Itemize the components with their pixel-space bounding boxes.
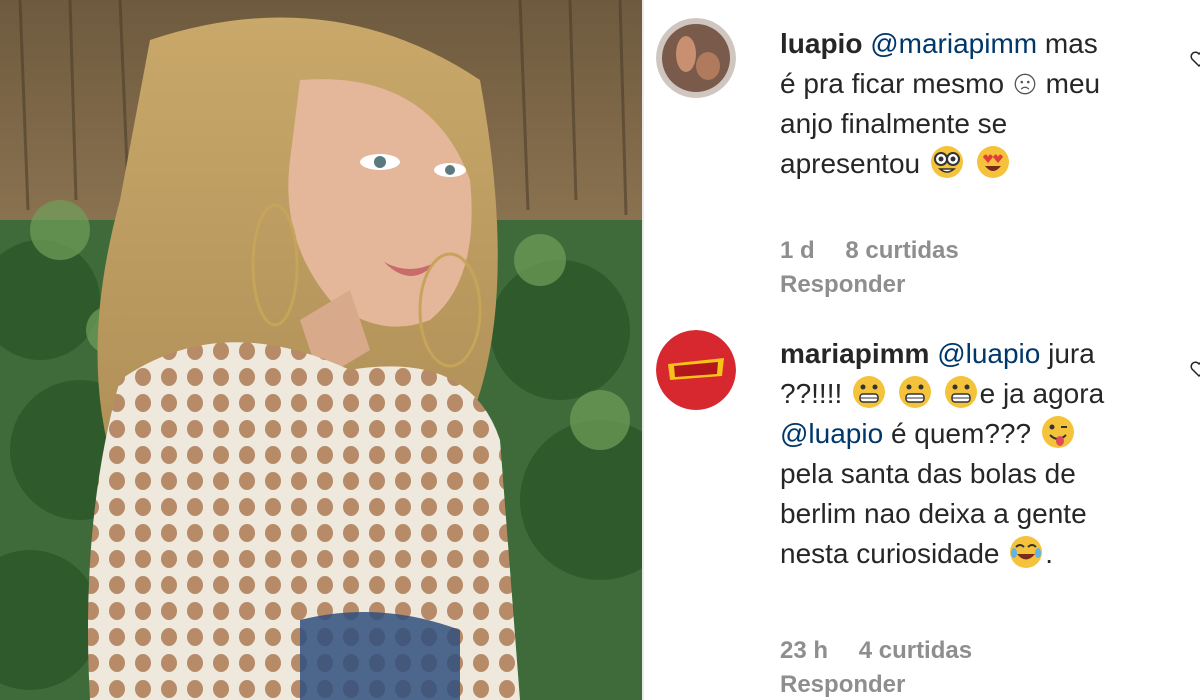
nerd-face-icon	[930, 146, 963, 178]
photo-illustration	[0, 0, 642, 700]
comment-text-part: pela santa das bolas de	[780, 458, 1076, 489]
comment-text-part: jura	[1048, 338, 1095, 369]
avatar-photo-icon	[656, 18, 736, 98]
post-photo	[0, 0, 642, 700]
avatar[interactable]	[656, 18, 736, 98]
comment-text-part: apresentou	[780, 148, 921, 179]
comment-time: 23 h	[780, 637, 829, 664]
worried-face-icon	[1014, 73, 1036, 95]
winking-tongue-face-icon	[1041, 416, 1074, 448]
comment-text-part: anjo finalmente se	[780, 108, 1008, 139]
reply-button[interactable]: Responder	[780, 668, 905, 700]
comment-text-part: nesta curiosidade	[780, 538, 1000, 569]
comment-meta: 1 d 8 curtidas	[780, 234, 983, 268]
comment-text-part: mas	[1044, 28, 1098, 59]
comment-item: mariapimm @luapio jura ??!!!! e ja agora…	[644, 320, 1200, 700]
comment-time: 1 d	[780, 237, 815, 264]
comment-text-part: .	[1045, 538, 1054, 569]
screenshot: luapio @mariapimm mas é pra ficar mesmo …	[0, 0, 1200, 700]
grimacing-face-icon	[898, 376, 931, 408]
tears-of-joy-face-icon	[1010, 536, 1043, 568]
grimacing-face-icon	[853, 376, 886, 408]
comment-text-part: berlim nao deixa a gente	[780, 498, 1087, 529]
comment-mention[interactable]: @luapio	[937, 338, 1040, 369]
reply-button[interactable]: Responder	[780, 268, 905, 302]
comment-username[interactable]: mariapimm	[780, 338, 929, 369]
avatar-logo-icon	[656, 330, 736, 410]
comment-text-part: e ja agora	[979, 378, 1105, 409]
comment-item: luapio @mariapimm mas é pra ficar mesmo …	[644, 0, 1200, 320]
comment-text-part: é quem???	[890, 418, 1032, 449]
comment-text-part: ??!!!!	[780, 378, 843, 409]
comment-username[interactable]: luapio	[780, 28, 862, 59]
comment-text-part: é pra ficar mesmo	[780, 68, 1005, 99]
comment-text: luapio @mariapimm mas é pra ficar mesmo …	[780, 24, 1180, 184]
comment-text: mariapimm @luapio jura ??!!!! e ja agora…	[780, 334, 1180, 574]
comment-likes[interactable]: 4 curtidas	[859, 637, 972, 664]
comment-likes[interactable]: 8 curtidas	[845, 237, 958, 264]
avatar[interactable]	[656, 330, 736, 410]
grimacing-face-icon	[944, 376, 977, 408]
comment-mention[interactable]: @luapio	[780, 418, 883, 449]
comment-meta: 23 h 4 curtidas	[780, 634, 996, 668]
comments-panel: luapio @mariapimm mas é pra ficar mesmo …	[644, 0, 1200, 700]
comment-mention[interactable]: @mariapimm	[870, 28, 1037, 59]
comment-text-part: meu	[1045, 68, 1101, 99]
heart-eyes-icon	[976, 146, 1009, 178]
like-heart-icon[interactable]	[1190, 360, 1200, 378]
like-heart-icon[interactable]	[1190, 50, 1200, 68]
